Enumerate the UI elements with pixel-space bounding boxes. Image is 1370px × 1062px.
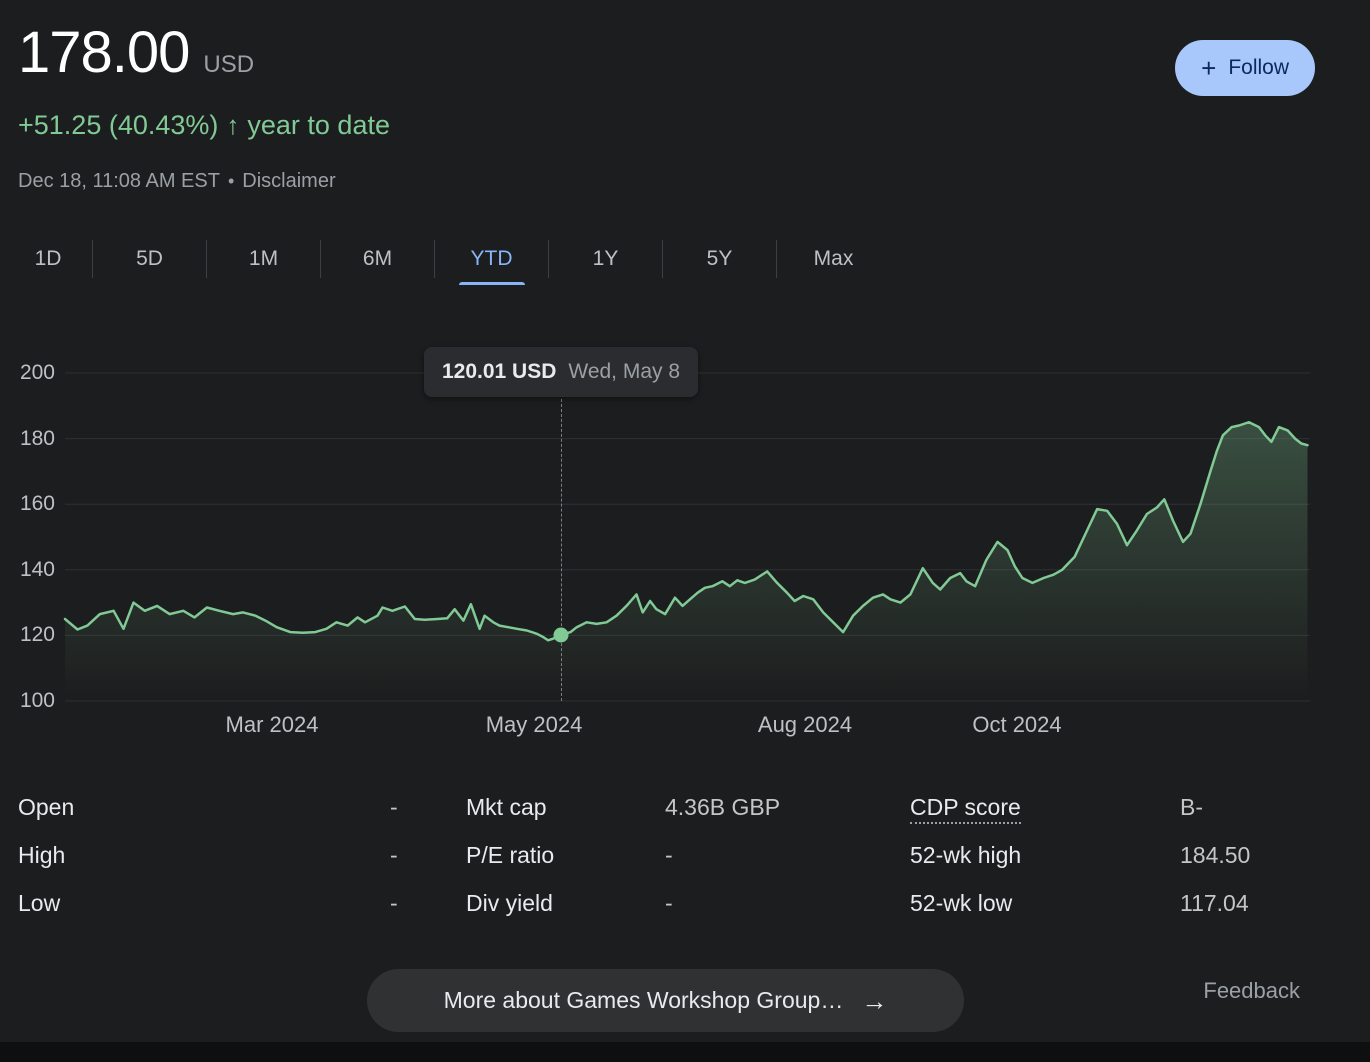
tab-max[interactable]: Max	[777, 233, 890, 285]
tab-5y[interactable]: 5Y	[663, 233, 776, 285]
x-axis-label: Aug 2024	[757, 712, 853, 737]
tab-6m[interactable]: 6M	[321, 233, 434, 285]
stat-row-cdp: CDP score B-	[910, 783, 1250, 831]
right-arrow-icon: →	[861, 985, 888, 1016]
tooltip-date: Wed, May 8	[568, 360, 681, 383]
tooltip-price: 120.01 USD	[441, 360, 557, 383]
plus-icon: +	[1201, 53, 1217, 83]
more-about-button[interactable]: More about Games Workshop Group… →	[367, 969, 964, 1032]
stat-label: Low	[18, 889, 61, 916]
stat-label: Open	[18, 793, 75, 820]
currency-label: USD	[203, 51, 255, 78]
x-axis-label: Oct 2024	[972, 712, 1062, 737]
stat-row-open: Open -	[18, 783, 398, 831]
stat-label: Mkt cap	[466, 793, 547, 820]
x-axis-label: Mar 2024	[225, 712, 319, 737]
stat-label: 52-wk high	[910, 841, 1022, 868]
crosshair-line	[561, 399, 562, 701]
stat-value: -	[390, 841, 398, 868]
price-chart[interactable]	[63, 372, 1310, 702]
stats-column-1: Open - High - Low -	[18, 783, 398, 927]
stat-value: 4.36B GBP	[665, 793, 781, 820]
follow-button[interactable]: + Follow	[1175, 40, 1315, 96]
stats-column-2: Mkt cap 4.36B GBP P/E ratio - Div yield …	[466, 783, 780, 927]
separator-dot: •	[227, 171, 235, 191]
stat-value: 117.04	[1180, 889, 1249, 916]
price-change-row: +51.25 (40.43%) ↑ year to date	[18, 110, 390, 141]
stock-quote-page: 178.00 USD + Follow +51.25 (40.43%) ↑ ye…	[0, 0, 1370, 1062]
stat-row-pe: P/E ratio -	[466, 831, 780, 879]
feedback-link[interactable]: Feedback	[1203, 978, 1300, 1004]
chart-line-svg	[63, 372, 1310, 702]
stat-row-mktcap: Mkt cap 4.36B GBP	[466, 783, 780, 831]
area-fill	[65, 422, 1308, 701]
y-axis-label: 120	[19, 623, 55, 647]
stat-value: -	[390, 889, 398, 916]
stat-row-52wk-low: 52-wk low 117.04	[910, 879, 1250, 927]
price-change: +51.25 (40.43%)	[18, 110, 219, 140]
x-axis-label: May 2024	[485, 712, 583, 737]
up-arrow-icon: ↑	[226, 110, 240, 140]
stat-value: -	[390, 793, 398, 820]
change-period: year to date	[247, 110, 390, 140]
stat-label: Div yield	[466, 889, 553, 916]
stat-row-low: Low -	[18, 879, 398, 927]
disclaimer-link[interactable]: Disclaimer	[242, 170, 335, 193]
x-axis: Mar 2024 May 2024 Aug 2024 Oct 2024	[65, 712, 1310, 742]
stat-label: P/E ratio	[466, 841, 555, 868]
stock-price: 178.00	[18, 20, 190, 85]
stat-value: -	[665, 889, 673, 916]
y-axis: 100 120 140 160 180 200	[0, 361, 55, 712]
tab-5d[interactable]: 5D	[93, 233, 206, 285]
stat-value: 184.50	[1180, 841, 1251, 868]
y-axis-label: 140	[19, 557, 55, 581]
follow-label: Follow	[1228, 56, 1289, 79]
chart-tooltip: 120.01 USD Wed, May 8	[423, 347, 699, 397]
quote-timestamp: Dec 18, 11:08 AM EST	[18, 170, 220, 192]
bottom-bar	[0, 1042, 1370, 1062]
price-row: 178.00 USD	[18, 18, 254, 88]
y-axis-label: 100	[19, 689, 55, 712]
stat-row-divyield: Div yield -	[466, 879, 780, 927]
stat-value: -	[665, 841, 673, 868]
tab-ytd[interactable]: YTD	[435, 233, 548, 285]
stat-label: 52-wk low	[910, 889, 1013, 916]
tab-1d[interactable]: 1D	[4, 233, 92, 285]
cdp-score-term[interactable]: CDP score	[910, 793, 1021, 824]
more-about-label: More about Games Workshop Group…	[443, 987, 844, 1013]
y-axis-label: 180	[19, 426, 55, 450]
quote-meta-row: Dec 18, 11:08 AM EST • Disclaimer	[18, 170, 336, 193]
stat-row-high: High -	[18, 831, 398, 879]
hover-point-dot	[553, 627, 569, 643]
stats-column-3: CDP score B- 52-wk high 184.50 52-wk low…	[910, 783, 1250, 927]
tab-1m[interactable]: 1M	[207, 233, 320, 285]
tab-1y[interactable]: 1Y	[549, 233, 662, 285]
stat-row-52wk-high: 52-wk high 184.50	[910, 831, 1250, 879]
stat-label: CDP score	[910, 793, 1180, 824]
stat-label: High	[18, 841, 66, 868]
time-range-tabs: 1D 5D 1M 6M YTD 1Y 5Y Max	[4, 233, 890, 285]
stat-value: B-	[1180, 793, 1203, 820]
y-axis-label: 160	[19, 492, 55, 516]
y-axis-label: 200	[19, 361, 55, 384]
